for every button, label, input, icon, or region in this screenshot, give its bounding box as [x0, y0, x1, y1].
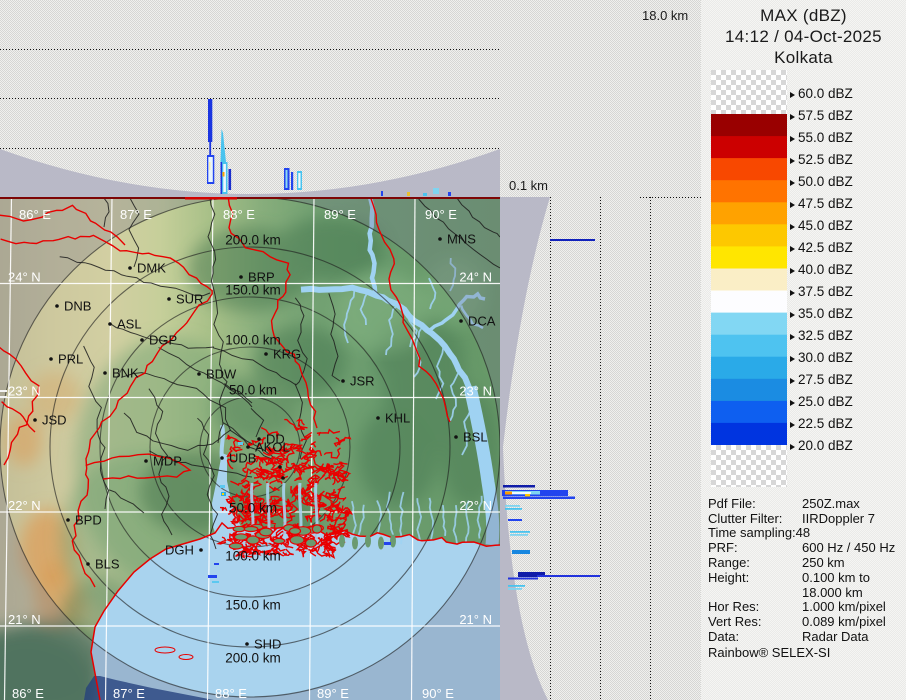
svg-text:150.0 km: 150.0 km [225, 598, 281, 613]
svg-text:BPD: BPD [75, 513, 102, 528]
svg-text:22° N: 22° N [459, 498, 492, 513]
svg-text:88° E: 88° E [215, 686, 247, 700]
svg-text:24° N: 24° N [459, 270, 492, 285]
svg-text:DCA: DCA [468, 314, 496, 329]
svg-text:150.0 km: 150.0 km [225, 283, 281, 298]
svg-text:DNB: DNB [64, 299, 91, 314]
svg-text:BRP: BRP [248, 270, 275, 285]
svg-text:86° E: 86° E [19, 207, 51, 222]
svg-text:BSL: BSL [463, 430, 488, 445]
svg-text:89° E: 89° E [324, 207, 356, 222]
svg-text:JSR: JSR [350, 374, 375, 389]
svg-text:BLS: BLS [95, 557, 120, 572]
svg-text:SHD: SHD [254, 637, 281, 652]
svg-text:DMK: DMK [137, 261, 166, 276]
svg-text:90° E: 90° E [425, 207, 457, 222]
svg-text:89° E: 89° E [317, 686, 349, 700]
svg-text:21° N: 21° N [459, 612, 492, 627]
svg-text:ASL: ASL [117, 317, 142, 332]
svg-text:DGH: DGH [165, 543, 194, 558]
svg-text:KHL: KHL [385, 411, 410, 426]
svg-text:87° E: 87° E [113, 686, 145, 700]
svg-text:88° E: 88° E [223, 207, 255, 222]
svg-text:200.0 km: 200.0 km [225, 651, 281, 666]
svg-text:22° N: 22° N [8, 498, 41, 513]
svg-text:24° N: 24° N [8, 270, 41, 285]
svg-text:23° N: 23° N [8, 384, 41, 399]
svg-text:BNK: BNK [112, 366, 139, 381]
svg-text:200.0 km: 200.0 km [225, 233, 281, 248]
svg-text:50.0 km: 50.0 km [229, 383, 277, 398]
svg-text:87° E: 87° E [120, 207, 152, 222]
svg-text:KRG: KRG [273, 347, 301, 362]
svg-text:DGP: DGP [149, 333, 177, 348]
svg-text:86° E: 86° E [12, 686, 44, 700]
svg-text:SUR: SUR [176, 292, 203, 307]
svg-text:21° N: 21° N [8, 612, 41, 627]
svg-text:23° N: 23° N [459, 384, 492, 399]
svg-text:100.0 km: 100.0 km [225, 333, 281, 348]
svg-text:JSD: JSD [42, 413, 67, 428]
svg-text:AKOL: AKOL [255, 440, 290, 455]
svg-text:50.0 km: 50.0 km [229, 501, 277, 516]
svg-text:100.0 km: 100.0 km [225, 549, 281, 564]
svg-text:BDW: BDW [206, 367, 237, 382]
svg-text:UDB: UDB [229, 451, 256, 466]
svg-text:90° E: 90° E [422, 686, 454, 700]
svg-text:PRL: PRL [58, 352, 83, 367]
svg-text:MDP: MDP [153, 454, 182, 469]
svg-text:MNS: MNS [447, 232, 476, 247]
